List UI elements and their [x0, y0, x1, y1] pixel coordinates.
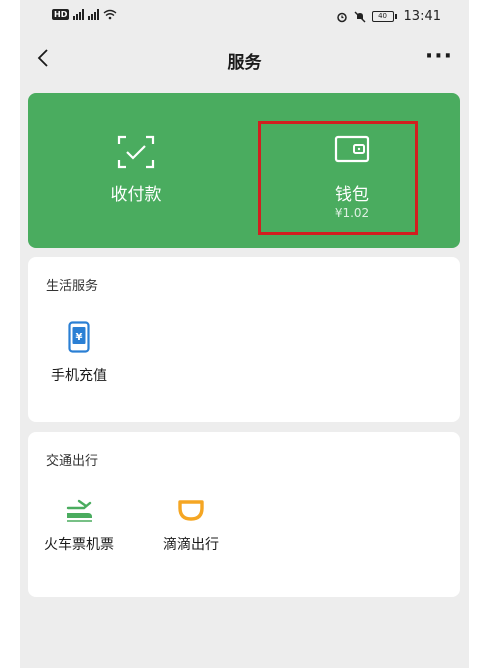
transport-card: 交通出行 火车票机票 滴滴出行: [28, 432, 460, 597]
battery-icon: 40: [371, 11, 397, 22]
mute-icon: [354, 11, 366, 22]
pay-receive-label: 收付款: [110, 185, 162, 205]
status-bar: HD 40 13:41: [20, 0, 469, 36]
phone-recharge-label: 手机充值: [51, 368, 107, 384]
life-services-title: 生活服务: [46, 279, 99, 294]
train-plane-ticket-item[interactable]: 火车票机票: [34, 498, 124, 554]
didi-item[interactable]: 滴滴出行: [146, 498, 236, 554]
wallet-label: 钱包: [335, 185, 369, 205]
phone-screen: HD 40 13:41 服务 ··· 收付款 钱包 ¥1.02 生活服务 ¥ 手…: [20, 0, 469, 668]
hd-badge: HD: [52, 9, 70, 20]
status-time: 13:41: [403, 9, 441, 24]
phone-recharge-item[interactable]: ¥ 手机充值: [34, 321, 124, 385]
nav-bar: 服务 ···: [20, 36, 469, 82]
pay-receive-button[interactable]: 收付款: [28, 93, 244, 248]
didi-icon: [178, 500, 204, 521]
didi-label: 滴滴出行: [163, 537, 219, 553]
status-bar-right: 40 13:41: [336, 9, 441, 24]
wifi-icon: [103, 9, 117, 20]
wallet-panel: 收付款 钱包 ¥1.02: [28, 93, 460, 248]
signal-icon: [88, 9, 100, 20]
life-services-card: 生活服务 ¥ 手机充值: [28, 257, 460, 422]
alarm-icon: [336, 12, 347, 22]
page-title: 服务: [227, 53, 262, 73]
signal-icon: [73, 9, 85, 20]
wallet-balance: ¥1.02: [334, 206, 370, 220]
qr-scan-icon: [117, 135, 155, 169]
more-options-button[interactable]: ···: [425, 44, 453, 69]
wallet-button[interactable]: 钱包 ¥1.02: [244, 93, 460, 248]
svg-text:¥: ¥: [76, 332, 83, 343]
wallet-icon: [334, 135, 370, 163]
train-plane-ticket-label: 火车票机票: [44, 537, 114, 553]
transport-title: 交通出行: [46, 454, 99, 469]
phone-recharge-icon: ¥: [68, 321, 90, 353]
train-plane-icon: [66, 499, 92, 522]
status-bar-left: HD: [52, 9, 117, 20]
